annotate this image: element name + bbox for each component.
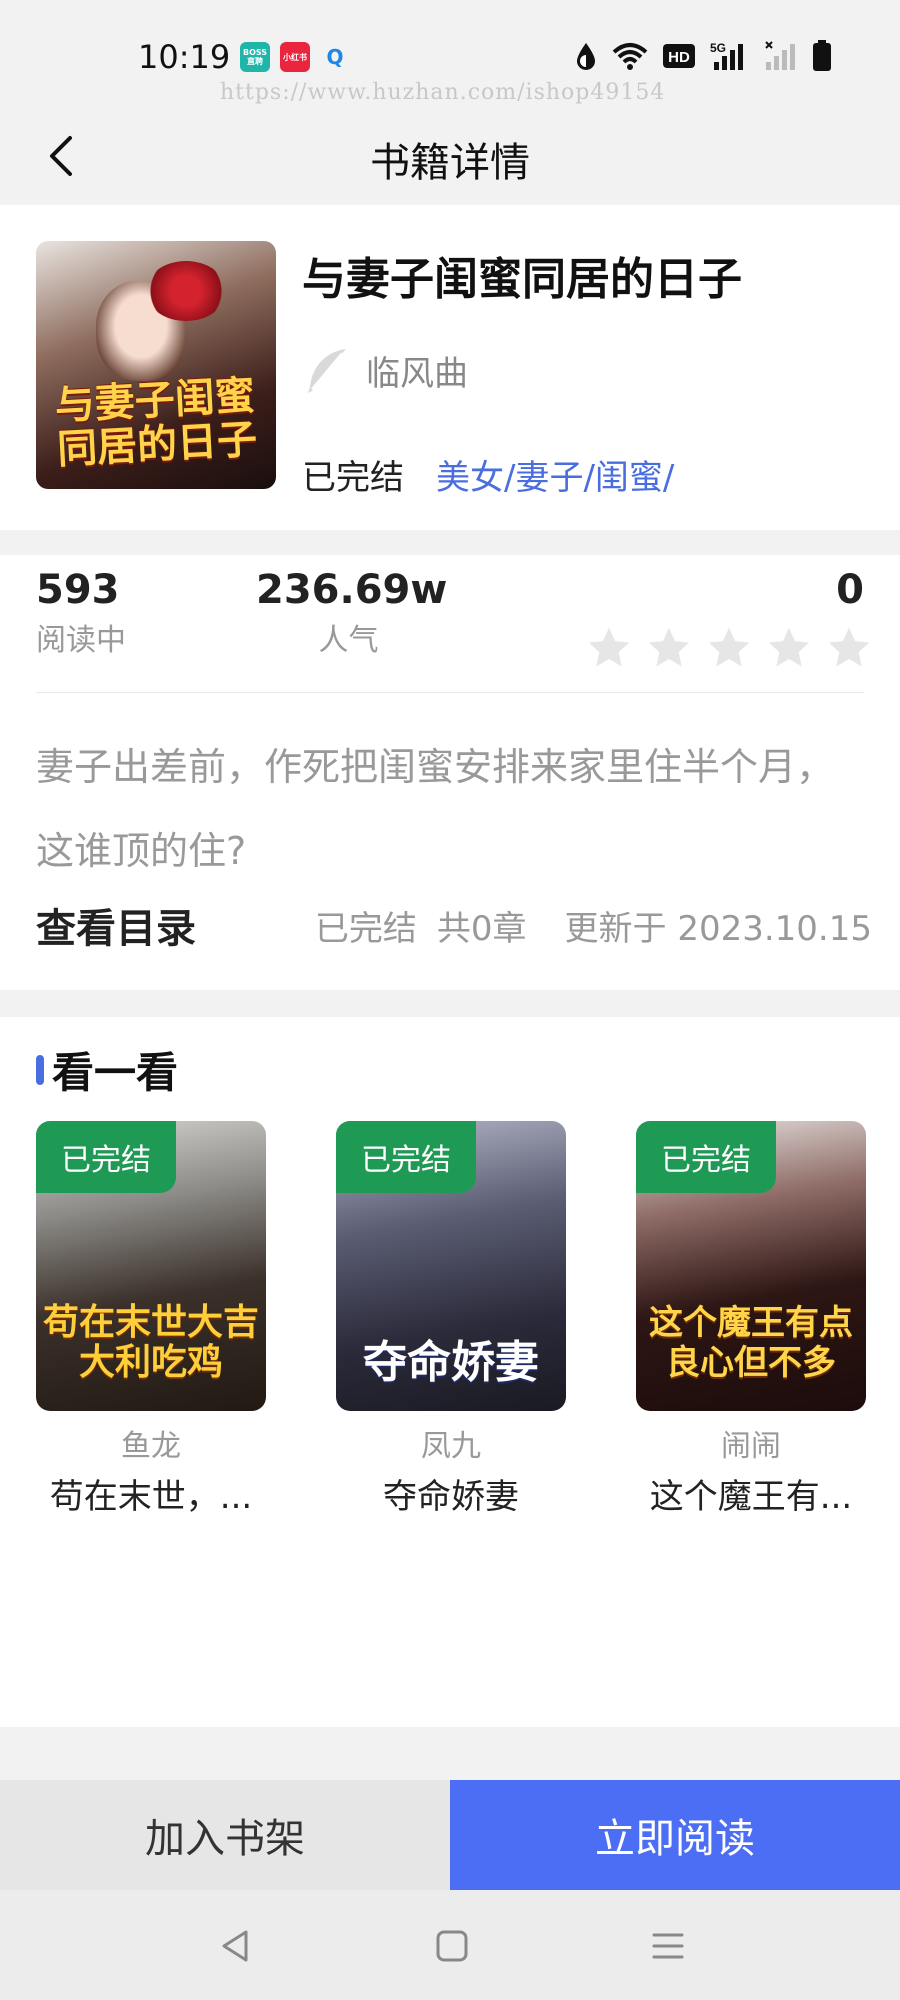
reading-label: 阅读中 bbox=[36, 623, 126, 658]
boss-app-icon: BOSS直聘 bbox=[240, 42, 270, 72]
stat-reading: 593 阅读中 bbox=[36, 567, 126, 659]
completed-badge: 已完结 bbox=[36, 1121, 176, 1193]
author-row: 临风曲 bbox=[302, 345, 468, 395]
book-cover[interactable]: 与妻子闺蜜同居的日子 bbox=[36, 241, 276, 489]
page-header: 书籍详情 bbox=[0, 110, 900, 205]
popularity-label: 人气 bbox=[318, 623, 379, 658]
cover-title-art: 夺命娇妻 bbox=[363, 1337, 539, 1388]
wifi-icon bbox=[612, 43, 648, 70]
add-to-shelf-button[interactable]: 加入书架 bbox=[0, 1780, 450, 1890]
q-app-icon: Q bbox=[326, 44, 344, 69]
book-title: 与妻子闺蜜同居的日子 bbox=[302, 254, 742, 305]
nav-home-icon[interactable] bbox=[430, 1924, 474, 1968]
svg-text:5G: 5G bbox=[710, 41, 726, 55]
watermark-url: https://www.huzhan.com/ishop49154 bbox=[220, 80, 666, 105]
signal-weak-icon bbox=[765, 41, 795, 70]
recommend-cover: 已完结 苟在末世大吉大利吃鸡 bbox=[36, 1121, 266, 1411]
star-icon bbox=[708, 627, 750, 667]
book-tags[interactable]: 美女/妻子/闺蜜/ bbox=[436, 450, 674, 499]
recommend-title: 苟在末世，... bbox=[49, 1477, 253, 1517]
recommend-book-card[interactable]: 已完结 这个魔王有点良心但不多 闹闹 这个魔王有... bbox=[636, 1121, 866, 1518]
popularity-value: 236.69w bbox=[256, 567, 448, 613]
cover-title-art: 这个魔王有点良心但不多 bbox=[649, 1303, 853, 1383]
xiaohongshu-app-icon: 小红书 bbox=[280, 42, 310, 72]
recommend-book-card[interactable]: 已完结 苟在末世大吉大利吃鸡 鱼龙 苟在末世，... bbox=[36, 1121, 266, 1518]
data-saver-icon bbox=[577, 43, 595, 70]
status-time: 10:19 bbox=[138, 38, 231, 76]
star-icon bbox=[828, 627, 870, 667]
nav-menu-icon[interactable] bbox=[646, 1924, 690, 1968]
chapter-count: 共0章 bbox=[436, 908, 527, 949]
feather-icon bbox=[308, 349, 346, 393]
catalog-row: 查看目录 已完结 共0章 更新于 2023.10.15 bbox=[36, 895, 872, 955]
status-bar: 10:19 BOSS直聘 小红书 Q HD 5G https://www.huz… bbox=[0, 0, 900, 110]
signal-5g-icon: 5G bbox=[710, 41, 743, 70]
notification-icons: BOSS直聘 小红书 Q bbox=[240, 42, 350, 72]
recommend-heading: 看一看 bbox=[36, 1039, 178, 1100]
author-name[interactable]: 临风曲 bbox=[366, 346, 468, 395]
nav-back-icon[interactable] bbox=[214, 1924, 258, 1968]
cover-title-art: 苟在末世大吉大利吃鸡 bbox=[42, 1302, 259, 1383]
read-now-button[interactable]: 立即阅读 bbox=[450, 1780, 900, 1890]
heading-accent-bar bbox=[36, 1054, 44, 1085]
hd-icon: HD bbox=[663, 44, 695, 68]
view-catalog-link[interactable]: 查看目录 bbox=[36, 896, 196, 954]
rating-stars[interactable] bbox=[586, 625, 872, 671]
battery-icon bbox=[813, 40, 831, 71]
book-status: 已完结 bbox=[302, 458, 404, 498]
book-synopsis[interactable]: 妻子出差前，作死把闺蜜安排来家里住半个月，这谁顶的住? bbox=[36, 725, 864, 893]
svg-text:HD: HD bbox=[668, 49, 690, 66]
recommend-author: 凤九 bbox=[421, 1429, 481, 1464]
completed-badge: 已完结 bbox=[336, 1121, 476, 1193]
star-icon bbox=[768, 627, 810, 667]
reading-count: 593 bbox=[36, 567, 120, 613]
recommend-cover: 已完结 夺命娇妻 bbox=[336, 1121, 566, 1411]
catalog-meta: 已完结 共0章 更新于 2023.10.15 bbox=[315, 901, 872, 950]
completed-badge: 已完结 bbox=[636, 1121, 776, 1193]
page-title: 书籍详情 bbox=[370, 140, 530, 186]
catalog-status: 已完结 bbox=[314, 908, 417, 949]
recommend-author: 闹闹 bbox=[721, 1429, 781, 1464]
recommend-title: 看一看 bbox=[52, 1048, 179, 1097]
book-info-card: 与妻子闺蜜同居的日子 与妻子闺蜜同居的日子 临风曲 已完结 美女/妻子/闺蜜/ bbox=[0, 205, 900, 530]
divider bbox=[36, 692, 864, 693]
recommend-title: 这个魔王有... bbox=[649, 1477, 853, 1517]
recommend-book-card[interactable]: 已完结 夺命娇妻 凤九 夺命娇妻 bbox=[336, 1121, 566, 1518]
cover-title-art: 与妻子闺蜜同居的日子 bbox=[53, 372, 259, 474]
book-stats-card: 593 阅读中 236.69w 人气 0 妻子出差前，作死把闺蜜安排来家里住半个… bbox=[0, 555, 900, 990]
star-icon bbox=[588, 627, 630, 667]
score-value: 0 bbox=[836, 567, 864, 613]
stat-score: 0 bbox=[836, 567, 864, 613]
cover-rose bbox=[146, 261, 226, 321]
book-status-row: 已完结 美女/妻子/闺蜜/ bbox=[302, 450, 674, 499]
recommend-cover: 已完结 这个魔王有点良心但不多 bbox=[636, 1121, 866, 1411]
system-nav-bar bbox=[0, 1890, 900, 2000]
update-date: 更新于 2023.10.15 bbox=[564, 908, 872, 949]
recommend-title: 夺命娇妻 bbox=[383, 1477, 519, 1517]
recommend-author: 鱼龙 bbox=[121, 1429, 181, 1464]
system-indicators: HD 5G bbox=[574, 40, 832, 72]
bottom-action-bar: 加入书架 立即阅读 bbox=[0, 1780, 900, 1890]
stat-popularity: 236.69w 人气 bbox=[256, 567, 448, 659]
star-icon bbox=[648, 627, 690, 667]
recommend-section: 看一看 已完结 苟在末世大吉大利吃鸡 鱼龙 苟在末世，... 已完结 夺命娇妻 … bbox=[0, 1017, 900, 1727]
